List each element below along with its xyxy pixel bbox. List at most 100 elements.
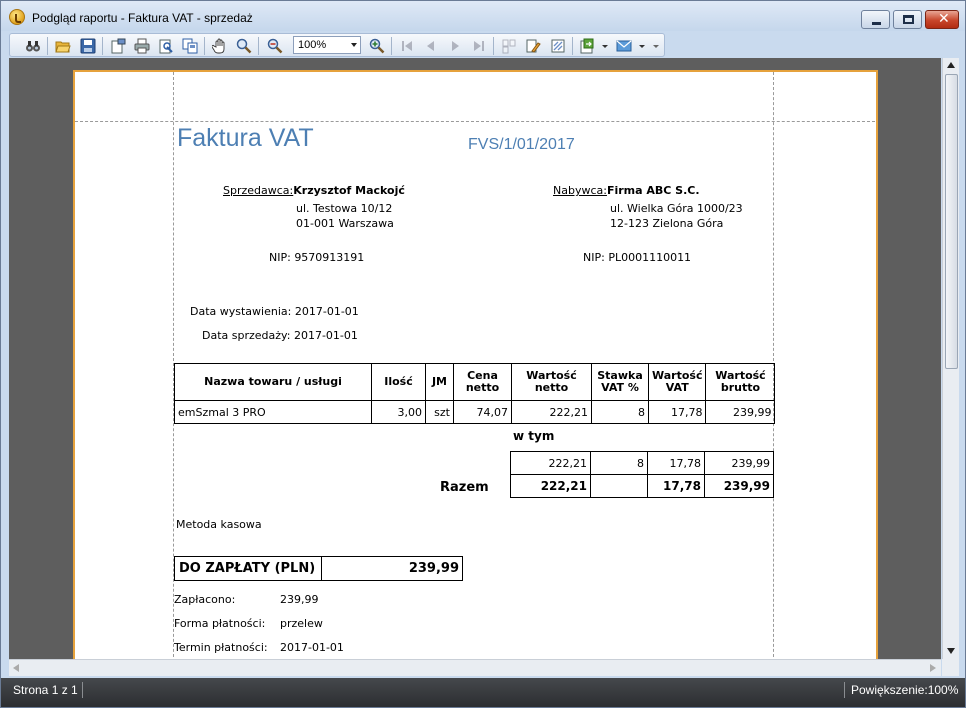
first-page-button[interactable]	[399, 38, 415, 54]
app-logo-icon	[9, 9, 25, 25]
open-button[interactable]	[55, 38, 71, 54]
chevron-down-icon	[351, 43, 357, 47]
cell-vat-rate: 8	[591, 400, 649, 424]
chevron-down-icon	[653, 45, 659, 48]
hand-icon	[211, 38, 225, 54]
scroll-right-icon[interactable]	[930, 664, 936, 672]
payment-method-text: Metoda kasowa	[176, 518, 262, 531]
buyer-nip-label: NIP:	[583, 251, 605, 264]
print-button[interactable]	[134, 38, 150, 54]
status-bar: Strona 1 z 1 Powiększenie:100%	[1, 678, 965, 707]
previous-page-button[interactable]	[423, 38, 439, 54]
page-setup-button[interactable]	[110, 38, 126, 54]
pay-term-label: Termin płatności:	[174, 641, 268, 654]
to-pay-label: DO ZAPŁATY (PLN)	[175, 557, 322, 580]
scrollbar-corner	[942, 659, 959, 676]
title-bar: Podgląd raportu - Faktura VAT - sprzedaż…	[1, 1, 965, 31]
email-dropdown-button[interactable]	[638, 38, 646, 54]
buyer-address-line1: ul. Wielka Góra 1000/23	[610, 202, 743, 215]
status-separator	[82, 682, 83, 698]
cell-qty: 3,00	[371, 400, 426, 424]
razem-vat: 17,78	[647, 474, 705, 498]
col-header-vat-rate: Stawka VAT %	[591, 363, 649, 401]
watermark-button[interactable]	[550, 38, 566, 54]
seller-address-line2: 01-001 Warszawa	[296, 217, 394, 230]
scroll-up-icon[interactable]	[947, 62, 955, 68]
report-preview-window: Podgląd raportu - Faktura VAT - sprzedaż…	[0, 0, 966, 708]
margin-guide-top	[75, 121, 875, 122]
items-table-header: Nazwa towaru / usługi Ilość JM Cena nett…	[174, 363, 776, 401]
toolbar-separator	[493, 37, 494, 55]
cell-net: 222,21	[511, 400, 592, 424]
buyer-nip-value: PL0001110011	[608, 251, 692, 264]
zoom-out-button[interactable]	[267, 38, 283, 54]
buyer-name: Firma ABC S.C.	[606, 184, 700, 197]
col-header-vat: Wartość VAT	[647, 363, 707, 401]
email-button[interactable]	[616, 38, 632, 54]
buyer-address-line2: 12-123 Zielona Góra	[610, 217, 724, 230]
col-header-qty: Ilość	[371, 363, 426, 401]
toolbar-separator	[391, 37, 392, 55]
toolbar-options-button[interactable]	[652, 38, 660, 54]
save-button[interactable]	[80, 38, 96, 54]
buyer-nip: NIP: PL0001110011	[583, 251, 691, 264]
envelope-icon	[616, 40, 632, 52]
toolbar-separator	[102, 37, 103, 55]
toolbar: 100%	[9, 33, 665, 57]
zoom-select-value: 100%	[298, 39, 327, 51]
scroll-left-icon[interactable]	[13, 664, 19, 672]
buyer-block: Nabywca:Firma ABC S.C.	[553, 179, 700, 198]
seller-block: Sprzedawca:Krzysztof Mackojć	[223, 179, 405, 198]
export-icon	[580, 38, 594, 54]
vertical-scrollbar[interactable]	[942, 58, 959, 659]
report-page: Faktura VAT FVS/1/01/2017 Sprzedawca:Krz…	[73, 70, 878, 659]
multiple-pages-icon	[182, 38, 198, 54]
find-button[interactable]	[25, 38, 41, 54]
seller-name: Krzysztof Mackojć	[293, 184, 405, 197]
page-info: Strona 1 z 1	[13, 683, 78, 697]
maximize-button[interactable]	[893, 10, 922, 29]
next-page-button[interactable]	[447, 38, 463, 54]
thumbnails-button[interactable]	[501, 38, 517, 54]
seller-nip-label: NIP:	[269, 251, 291, 264]
seller-nip-value: 9570913191	[294, 251, 365, 264]
close-button[interactable]: ✕	[925, 10, 959, 29]
multiple-pages-button[interactable]	[182, 38, 198, 54]
window-title: Podgląd raportu - Faktura VAT - sprzedaż	[32, 11, 253, 25]
cell-price: 74,07	[453, 400, 512, 424]
minimize-icon	[872, 22, 881, 25]
zoom-tool-button[interactable]	[236, 38, 252, 54]
cell-vat: 17,78	[647, 400, 707, 424]
zoom-select[interactable]: 100%	[293, 36, 361, 54]
horizontal-scrollbar[interactable]	[9, 659, 941, 676]
export-dropdown-button[interactable]	[601, 38, 609, 54]
seller-address-line1: ul. Testowa 10/12	[296, 202, 393, 215]
pay-term-value: 2017-01-01	[280, 641, 344, 654]
sale-date: Data sprzedaży: 2017-01-01	[202, 329, 358, 342]
hand-tool-button[interactable]	[211, 38, 228, 54]
print-setup-button[interactable]	[158, 38, 174, 54]
vertical-scroll-thumb[interactable]	[945, 74, 958, 369]
edit-page-button[interactable]	[525, 38, 541, 54]
minimize-button[interactable]	[861, 10, 890, 29]
summary-vat: 17,78	[647, 451, 705, 475]
scroll-down-icon[interactable]	[947, 648, 955, 654]
binoculars-icon	[26, 41, 40, 52]
to-pay-box: DO ZAPŁATY (PLN) 239,99	[174, 556, 463, 581]
chevron-down-icon	[639, 45, 645, 48]
paid-value: 239,99	[280, 593, 319, 606]
paid-label: Zapłacono:	[174, 593, 236, 606]
seller-nip: NIP: 9570913191	[269, 251, 364, 264]
toolbar-area: 100%	[1, 31, 965, 57]
previous-page-icon	[427, 41, 434, 51]
sale-date-label: Data sprzedaży:	[202, 329, 291, 342]
last-page-button[interactable]	[471, 38, 487, 54]
export-button[interactable]	[579, 38, 595, 54]
maximize-icon	[903, 15, 914, 24]
zoom-out-icon	[267, 38, 283, 54]
zoom-info: Powiększenie:100%	[851, 683, 959, 697]
zoom-in-button[interactable]	[369, 38, 385, 54]
w-tym-label: w tym	[513, 429, 555, 443]
cell-unit: szt	[425, 400, 454, 424]
toolbar-separator	[47, 37, 48, 55]
